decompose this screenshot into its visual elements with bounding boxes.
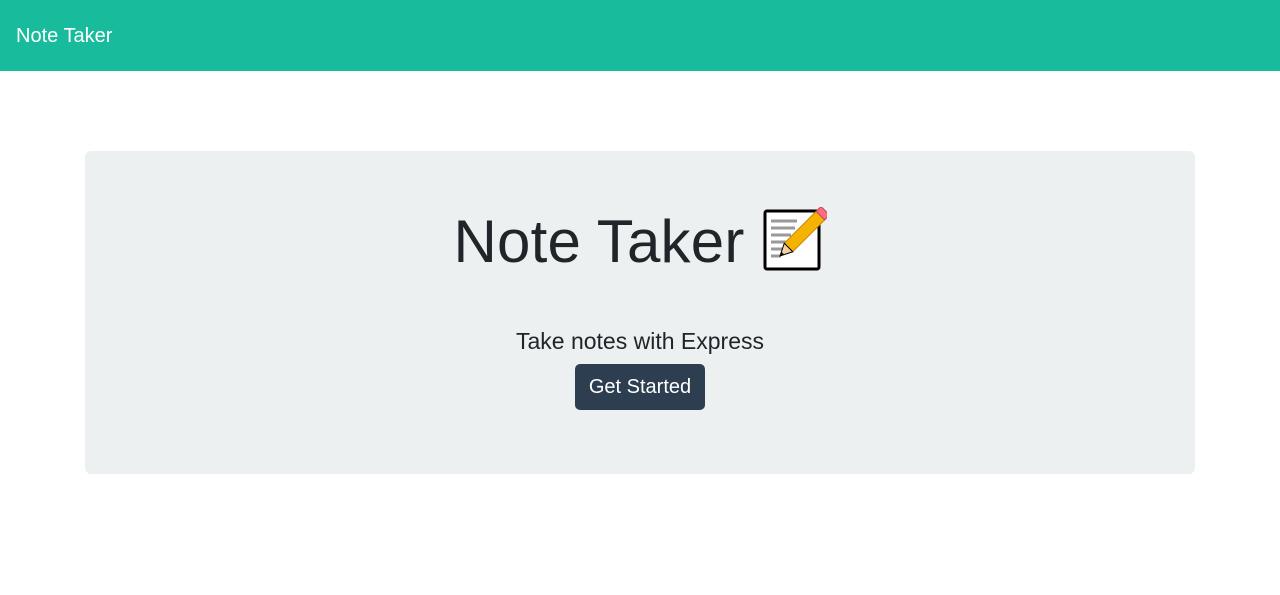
memo-pencil-icon — [761, 205, 830, 273]
hero-title-row: Note Taker — [85, 205, 1195, 275]
hero-jumbotron: Note Taker Take notes with Express Get S… — [85, 151, 1195, 474]
page-title: Note Taker — [453, 208, 745, 275]
hero-subtitle: Take notes with Express — [515, 328, 764, 354]
navbar-brand-link[interactable]: Note Taker — [16, 26, 112, 46]
top-navbar: Note Taker — [0, 0, 1280, 71]
get-started-button[interactable]: Get Started — [575, 364, 705, 410]
